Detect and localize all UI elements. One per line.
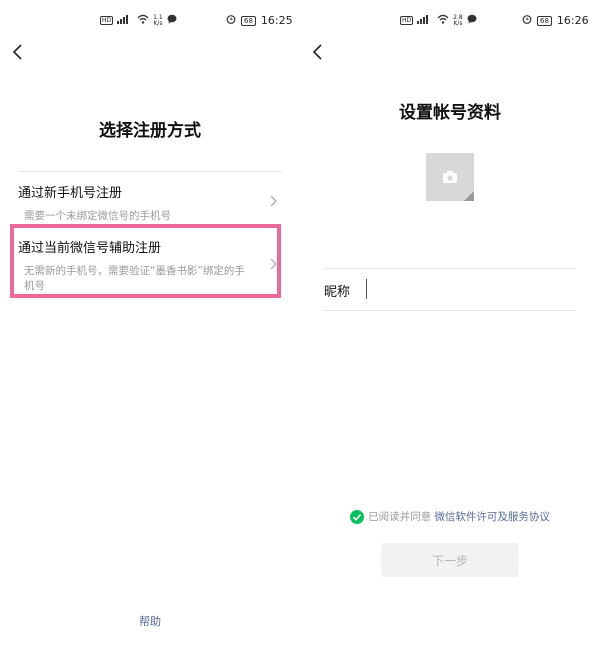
option-new-phone[interactable]: 通过新手机号注册 需要一个未绑定微信号的手机号 [18, 182, 282, 224]
chat-bubble-icon [167, 14, 177, 27]
net-speed: 2.8 K/s [453, 13, 463, 27]
option-desc: 需要一个未绑定微信号的手机号 [24, 210, 171, 222]
help-link[interactable]: 帮助 [0, 613, 300, 629]
chevron-left-icon [312, 44, 322, 60]
signal-icon [417, 14, 433, 27]
battery-indicator: 68 [241, 15, 256, 26]
back-button[interactable] [310, 42, 326, 62]
register-method-screen: HD 1.1 K/s 68 16:25 选择注册方式 通过新手机号注册 需要一个… [0, 0, 300, 650]
nickname-input[interactable] [366, 279, 561, 299]
page-title: 选择注册方式 [99, 121, 201, 141]
avatar-upload[interactable] [426, 153, 474, 201]
status-time: 16:26 [556, 14, 589, 27]
chevron-right-icon [270, 195, 277, 207]
status-time: 16:25 [260, 14, 293, 27]
next-button[interactable]: 下一步 [381, 543, 519, 577]
divider [18, 171, 282, 172]
divider [324, 310, 576, 311]
hd-badge: HD [100, 16, 114, 25]
chat-bubble-icon [467, 14, 477, 27]
agreement-text: 已阅读并同意 [368, 511, 432, 523]
wifi-icon [437, 14, 449, 27]
status-right-icons: 68 16:25 [226, 14, 293, 27]
alarm-icon [522, 14, 532, 27]
status-left-icons: HD 2.8 K/s [400, 14, 477, 27]
status-bar: HD 2.8 K/s 68 16:26 [300, 12, 600, 32]
chevron-left-icon [12, 44, 22, 60]
hd-badge: HD [400, 16, 414, 25]
corner-triangle-icon [464, 191, 474, 201]
screenshot: HD 1.1 K/s 68 16:25 选择注册方式 通过新手机号注册 需要一个… [0, 0, 600, 650]
nickname-row: 昵称 [324, 268, 576, 310]
status-bar: HD 1.1 K/s 68 16:25 [0, 12, 300, 32]
status-left-icons: HD 1.1 K/s [100, 14, 177, 27]
back-button[interactable] [10, 42, 26, 62]
agreement-link[interactable]: 微信软件许可及服务协议 [434, 511, 550, 523]
alarm-icon [226, 14, 236, 27]
camera-icon [443, 171, 457, 183]
battery-indicator: 68 [537, 15, 552, 26]
check-circle-icon[interactable] [350, 510, 365, 524]
page-title: 设置帐号资料 [399, 103, 501, 123]
profile-setup-screen: HD 2.8 K/s 68 16:26 设置帐号资料 昵称 已阅读并同意 微信软… [300, 0, 600, 650]
highlight-box [10, 224, 281, 298]
nickname-label: 昵称 [324, 285, 351, 300]
status-right-icons: 68 16:26 [522, 14, 589, 27]
option-title: 通过新手机号注册 [18, 186, 123, 201]
wifi-icon [137, 14, 149, 27]
net-speed: 1.1 K/s [153, 13, 163, 27]
agreement-row: 已阅读并同意 微信软件许可及服务协议 [300, 509, 600, 524]
signal-icon [117, 14, 133, 27]
